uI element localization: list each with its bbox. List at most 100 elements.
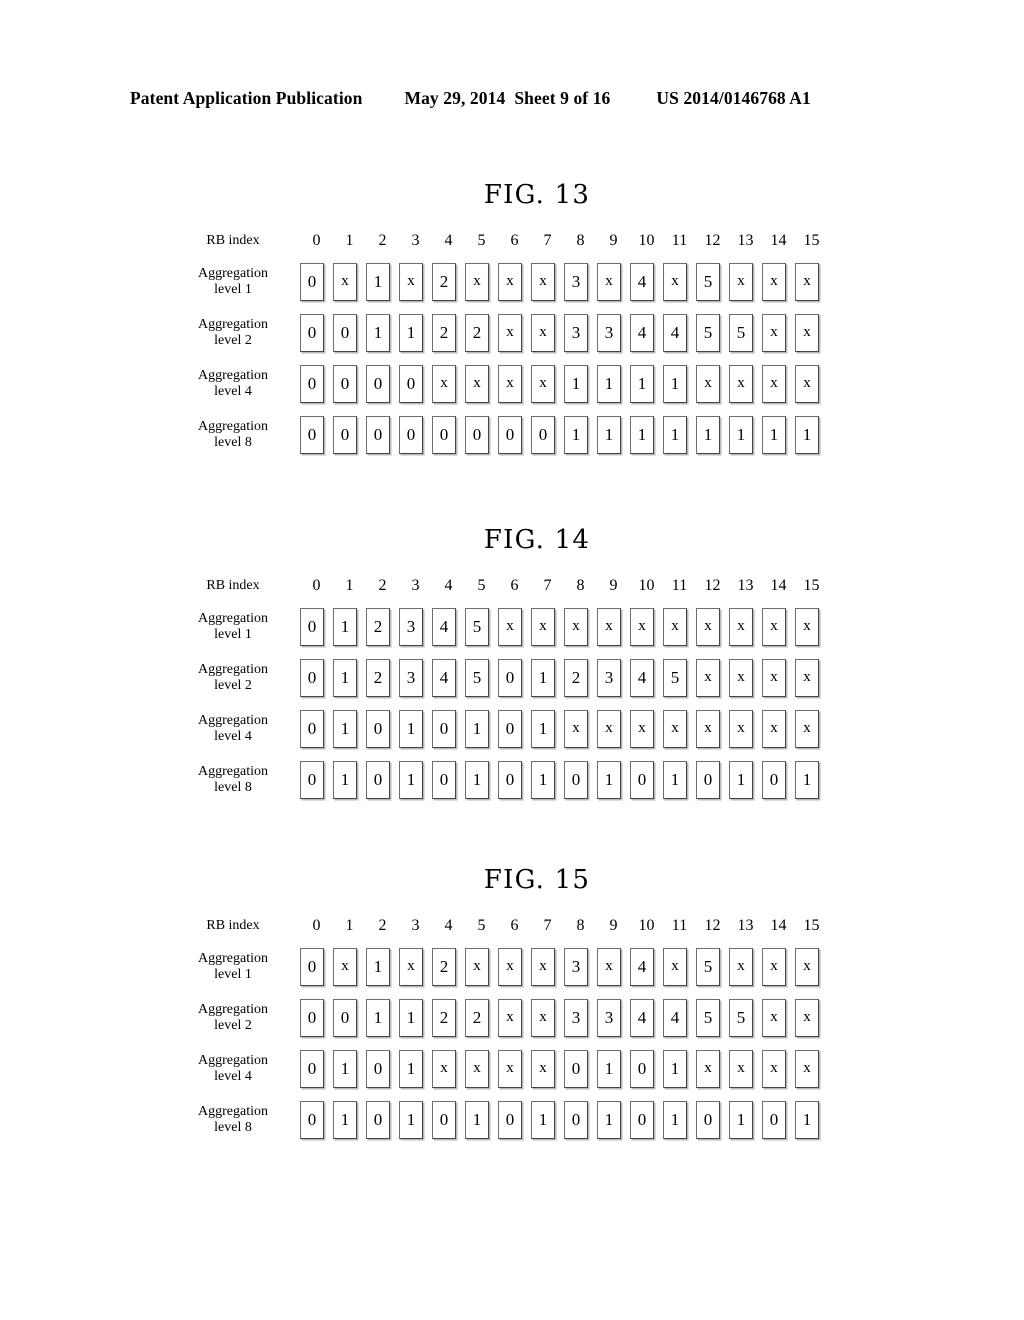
rb-cell-row: 0101xxxx0101xxxx xyxy=(300,1049,819,1088)
rb-cell: x xyxy=(597,947,621,986)
rb-cell: x xyxy=(564,607,588,646)
aggregation-level-label: Aggregation level 2 xyxy=(186,1002,280,1033)
rb-cell: x xyxy=(399,262,423,301)
rb-cell-row: 0101010101010101 xyxy=(300,1100,819,1139)
rb-cell: x xyxy=(729,658,753,697)
rb-cell: 0 xyxy=(333,415,357,454)
figure-title: FIG. 15 xyxy=(483,865,591,895)
rb-cell: 0 xyxy=(498,760,522,799)
column-header-cells: 0 1 2 3 4 5 6 7 8 9 10 11 12 13 14 15 xyxy=(300,578,828,594)
rb-cell: 0 xyxy=(366,415,390,454)
patent-number: US 2014/0146768 A1 xyxy=(656,88,811,108)
rb-cell: 0 xyxy=(399,415,423,454)
rb-cell: x xyxy=(795,607,819,646)
rb-cell: 0 xyxy=(300,998,324,1037)
rb-cell: 0 xyxy=(465,415,489,454)
rb-cell: x xyxy=(729,262,753,301)
rb-cell: 1 xyxy=(729,415,753,454)
rb-cell: 1 xyxy=(333,760,357,799)
column-header: 1 xyxy=(345,232,354,249)
aggregation-label-line2: level 1 xyxy=(214,626,252,642)
column-header: 15 xyxy=(803,232,820,249)
rb-cell-row: 0101010101010101 xyxy=(300,760,819,799)
aggregation-label-line1: Aggregation xyxy=(198,1001,268,1017)
aggregation-level-row: Aggregation level 80101010101010101 xyxy=(186,754,1024,805)
rb-cell: 4 xyxy=(630,313,654,352)
aggregation-level-label: Aggregation level 1 xyxy=(186,951,280,982)
rb-cell: x xyxy=(531,364,555,403)
rb-cell: 0 xyxy=(498,1100,522,1139)
rb-cell: 1 xyxy=(663,1100,687,1139)
rb-cell: 1 xyxy=(531,658,555,697)
rb-cell: 5 xyxy=(696,262,720,301)
aggregation-label-line1: Aggregation xyxy=(198,1103,268,1119)
rb-cell: 0 xyxy=(399,364,423,403)
rb-cell: x xyxy=(498,947,522,986)
rb-cell: 3 xyxy=(399,607,423,646)
column-header: 9 xyxy=(609,577,618,594)
rb-cell: x xyxy=(729,947,753,986)
rb-cell: 1 xyxy=(564,364,588,403)
rb-cell: 0 xyxy=(630,760,654,799)
aggregation-level-label: Aggregation level 1 xyxy=(186,266,280,297)
rb-cell: 1 xyxy=(663,364,687,403)
rb-cell: x xyxy=(696,1049,720,1088)
rb-cell: 0 xyxy=(366,1049,390,1088)
rb-cell: 3 xyxy=(399,658,423,697)
aggregation-label-line1: Aggregation xyxy=(198,661,268,677)
rb-cell: 1 xyxy=(333,607,357,646)
aggregation-level-label: Aggregation level 1 xyxy=(186,611,280,642)
rb-cell: 1 xyxy=(399,709,423,748)
rb-cell: 1 xyxy=(531,760,555,799)
rb-cell: x xyxy=(531,607,555,646)
rb-cell: x xyxy=(531,1049,555,1088)
column-header: 5 xyxy=(477,577,486,594)
rb-cell: 0 xyxy=(300,364,324,403)
rb-cell: x xyxy=(696,658,720,697)
rb-cell: 0 xyxy=(564,760,588,799)
aggregation-grid: RB index 0 1 2 3 4 5 6 7 8 9 10 11 12 13 14 15 Aggregatio… xyxy=(0,911,1024,1145)
rb-cell: x xyxy=(531,262,555,301)
rb-cell: x xyxy=(531,313,555,352)
rb-cell: 1 xyxy=(696,415,720,454)
column-header-row: RB index 0 1 2 3 4 5 6 7 8 9 10 11 12 13 14 15 xyxy=(186,571,1024,601)
rb-cell-row: 0x1x2xxx3x4x5xxx xyxy=(300,262,819,301)
rb-cell: 0 xyxy=(696,760,720,799)
aggregation-level-label: Aggregation level 2 xyxy=(186,662,280,693)
rb-cell: x xyxy=(465,1049,489,1088)
rb-cell: x xyxy=(795,1049,819,1088)
rb-cell: x xyxy=(498,607,522,646)
column-header: 6 xyxy=(510,917,519,934)
column-header: 0 xyxy=(312,232,321,249)
column-header: 10 xyxy=(638,232,655,249)
rb-cell: x xyxy=(531,947,555,986)
aggregation-level-row: Aggregation level 401010101xxxxxxxx xyxy=(186,703,1024,754)
rb-cell-row: 0000000011111111 xyxy=(300,415,819,454)
column-header: 3 xyxy=(411,577,420,594)
column-header: 6 xyxy=(510,232,519,249)
column-header: 11 xyxy=(671,917,688,934)
rb-cell: 5 xyxy=(696,313,720,352)
rb-cell: x xyxy=(762,658,786,697)
figure-15: FIG. 15 RB index 0 1 2 3 4 5 6 7 8 9 10 11 12 13 14 15 Agg… xyxy=(0,867,1024,1145)
column-header: 9 xyxy=(609,232,618,249)
aggregation-grid: RB index 0 1 2 3 4 5 6 7 8 9 10 11 12 13 14 15 Aggregatio… xyxy=(0,571,1024,805)
aggregation-level-label: Aggregation level 4 xyxy=(186,368,280,399)
rb-cell-row: 01010101xxxxxxxx xyxy=(300,709,819,748)
column-header: 12 xyxy=(704,232,721,249)
column-header: 4 xyxy=(444,577,453,594)
column-header: 7 xyxy=(543,917,552,934)
rb-cell: 0 xyxy=(300,313,324,352)
rb-cell: 0 xyxy=(300,1100,324,1139)
rb-cell-row: 0000xxxx1111xxxx xyxy=(300,364,819,403)
rb-cell: 1 xyxy=(531,1100,555,1139)
aggregation-label-line2: level 4 xyxy=(214,728,252,744)
rb-cell: 1 xyxy=(333,709,357,748)
rb-cell: 0 xyxy=(333,364,357,403)
column-header: 10 xyxy=(638,577,655,594)
rb-cell: 1 xyxy=(399,760,423,799)
rb-cell: x xyxy=(333,262,357,301)
aggregation-label-line2: level 1 xyxy=(214,966,252,982)
rb-cell: 1 xyxy=(597,364,621,403)
rb-cell: 1 xyxy=(795,1100,819,1139)
